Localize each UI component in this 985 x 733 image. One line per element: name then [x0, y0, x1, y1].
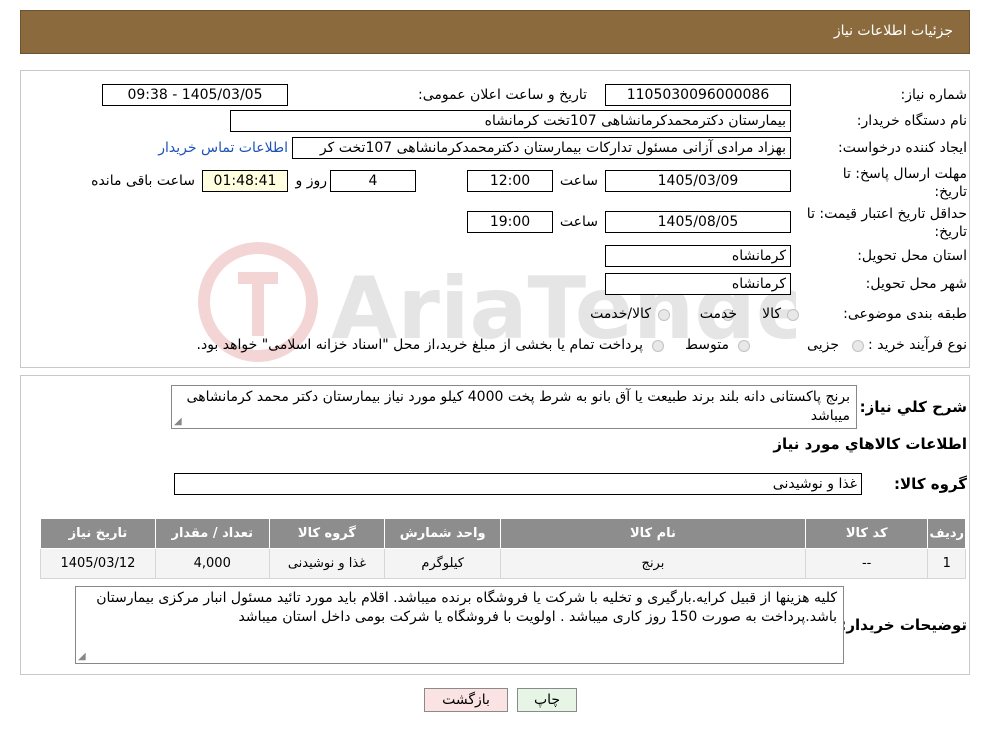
request-creator-field: بهزاد مرادی آزانی مسئول تدارکات بیمارستا…: [292, 137, 791, 159]
need-number-field: 1105030096000086: [605, 84, 791, 106]
remaining-days-field: 4: [330, 170, 416, 192]
cell-quantity: 4,000: [154, 548, 270, 579]
request-creator-label: ایجاد کننده درخواست:: [838, 140, 967, 156]
category-option-service: خدمت: [699, 306, 737, 322]
col-unit: واحد شمارش: [384, 518, 502, 549]
validity-time-field: 19:00: [467, 211, 553, 233]
category-option-goods: کالا: [762, 306, 781, 322]
remaining-time-label: ساعت باقی مانده: [91, 173, 195, 189]
cell-name: برنج: [500, 548, 806, 579]
cell-code: --: [804, 548, 929, 579]
table-header-row: ردیف کد کالا نام کالا واحد شمارش گروه کا…: [40, 518, 966, 549]
cell-unit: کیلوگرم: [384, 548, 502, 579]
buyer-notes-text: کلیه هزینها از قبیل کرایه.بارگیری و تخلی…: [96, 590, 837, 625]
summary-label: شرح کلي نياز:: [859, 398, 967, 416]
validity-time-label: ساعت: [559, 214, 598, 230]
delivery-city-field: کرمانشاه: [605, 273, 791, 295]
announce-datetime-label: تاریخ و ساعت اعلان عمومی:: [418, 87, 587, 103]
resize-grip-icon[interactable]: ◢: [78, 652, 88, 662]
col-row: ردیف: [927, 518, 966, 549]
delivery-province-field: کرمانشاه: [605, 245, 791, 267]
summary-textarea[interactable]: برنج پاکستانی دانه بلند برند طبیعت یا آق…: [171, 385, 857, 429]
announce-datetime-field: 1405/03/05 - 09:38: [102, 84, 288, 106]
col-quantity: تعداد / مقدار: [154, 518, 270, 549]
table-row: 1 -- برنج کیلوگرم غذا و نوشیدنی 4,000 14…: [40, 548, 966, 579]
process-option-medium: متوسط: [685, 337, 729, 353]
col-name: نام کالا: [500, 518, 806, 549]
purchase-process-label: نوع فرآیند خرید :: [868, 337, 967, 353]
process-option-minor: جزیی: [807, 337, 839, 353]
summary-text: برنج پاکستانی دانه بلند برند طبیعت یا آق…: [186, 389, 850, 424]
need-number-label: شماره نیاز:: [900, 87, 968, 103]
cell-row: 1: [927, 548, 966, 579]
page-title: جزئیات اطلاعات نیاز: [833, 23, 953, 39]
delivery-city-label: شهر محل تحویل:: [865, 276, 967, 292]
days-label: روز و: [295, 173, 328, 189]
goods-group-field: غذا و نوشیدنی: [174, 473, 862, 495]
goods-table: ردیف کد کالا نام کالا واحد شمارش گروه کا…: [40, 518, 966, 579]
cell-need-date: 1405/03/12: [40, 548, 156, 579]
buyer-notes-textarea[interactable]: کلیه هزینها از قبیل کرایه.بارگیری و تخلی…: [75, 586, 844, 664]
col-group: گروه کالا: [268, 518, 386, 549]
buyer-org-label: نام دستگاه خریدار:: [856, 113, 967, 129]
goods-group-label: گروه کالا:: [894, 475, 967, 493]
buyer-contact-link[interactable]: اطلاعات تماس خریدار: [158, 140, 288, 156]
back-button[interactable]: بازگشت: [424, 688, 508, 712]
buyer-org-field: بیمارستان دکترمحمدکرمانشاهی 107تخت کرمان…: [230, 110, 791, 132]
cell-group: غذا و نوشیدنی: [268, 548, 386, 579]
response-deadline-label-2: تاریخ:: [934, 184, 967, 200]
validity-date-field: 1405/08/05: [605, 211, 791, 233]
page-header: جزئیات اطلاعات نیاز: [20, 10, 970, 54]
process-radio-medium[interactable]: [738, 340, 750, 352]
col-need-date: تاریخ نیاز: [40, 518, 156, 549]
delivery-province-label: استان محل تحویل:: [857, 248, 967, 264]
process-radio-treasury[interactable]: [652, 340, 664, 352]
goods-info-title: اطلاعات کالاهاي مورد نياز: [773, 435, 967, 453]
price-validity-label-2: تاریخ:: [934, 224, 967, 240]
deadline-time-label: ساعت: [559, 173, 598, 189]
remaining-time-field: 01:48:41: [202, 170, 288, 192]
col-code: کد کالا: [804, 518, 929, 549]
resize-grip-icon[interactable]: ◢: [174, 417, 184, 427]
process-treasury-note: پرداخت تمام یا بخشی از مبلغ خرید،از محل …: [196, 337, 643, 353]
deadline-date-field: 1405/03/09: [605, 170, 791, 192]
category-radio-goods[interactable]: [787, 309, 799, 321]
buyer-notes-label: توضیحات خریدار:: [840, 616, 967, 634]
deadline-time-field: 12:00: [467, 170, 553, 192]
print-button[interactable]: چاپ: [517, 688, 577, 712]
process-radio-minor[interactable]: [852, 340, 864, 352]
category-radio-goods-service[interactable]: [658, 309, 670, 321]
response-deadline-label: مهلت ارسال پاسخ: تا: [842, 166, 967, 182]
category-option-goods-service: کالا/خدمت: [590, 306, 651, 322]
category-label: طبقه بندی موضوعی:: [843, 306, 967, 322]
price-validity-label: حداقل تاریخ اعتبار قیمت: تا: [806, 206, 967, 222]
